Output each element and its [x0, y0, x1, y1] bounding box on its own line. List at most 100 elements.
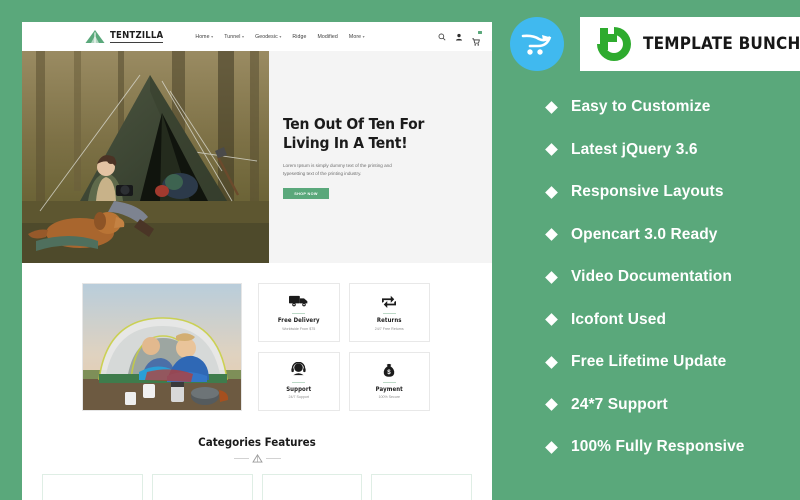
cart-count-badge — [478, 30, 482, 35]
site-logo[interactable]: TENTZILLA — [84, 29, 164, 44]
user-account-icon[interactable] — [455, 33, 463, 41]
feature-title: Support — [286, 385, 312, 393]
feature-grid: Free Delivery Worldwide From $75 Returns… — [258, 283, 430, 411]
hero-copy: Ten Out Of Ten For Living In A Tent! Lor… — [269, 51, 492, 263]
divider-line-left — [233, 458, 249, 459]
diamond-bullet-icon — [545, 440, 558, 454]
promo-item-label: Free Lifetime Update — [571, 353, 727, 371]
template-bunch-logo-icon — [597, 27, 631, 61]
divider — [292, 313, 306, 315]
feature-title: Returns — [376, 317, 402, 325]
nav-item-modified[interactable]: Modified — [317, 34, 337, 40]
categories-title: Categories Features — [198, 435, 316, 449]
services-image — [82, 283, 242, 411]
diamond-bullet-icon — [545, 398, 558, 412]
feature-returns[interactable]: Returns 24/7 Free Returns — [348, 283, 430, 342]
hero-section: Ten Out Of Ten For Living In A Tent! Lor… — [22, 51, 492, 263]
chevron-down-icon: ▾ — [211, 33, 214, 39]
feature-text: Worldwide From $75 — [282, 326, 316, 331]
category-card-1[interactable] — [42, 474, 143, 500]
main-navigation: Home ▾ Tunnel ▾ Geodesic ▾ Ridge Modifie… — [195, 34, 364, 40]
nav-label: Home — [195, 33, 210, 40]
feature-title: Free Delivery — [277, 317, 320, 325]
promo-item-responsive-layouts: Responsive Layouts — [545, 171, 800, 214]
promo-item-icofont-used: Icofont Used — [545, 299, 800, 342]
promo-item-label: Icofont Used — [571, 310, 667, 328]
promo-item-opencart-ready: Opencart 3.0 Ready — [545, 214, 800, 257]
section-divider — [22, 454, 492, 463]
template-bunch-logo-text: TEMPLATE BUNCH — [643, 34, 800, 54]
return-arrows-icon — [381, 291, 397, 310]
category-card-3[interactable] — [261, 474, 363, 500]
nav-item-more[interactable]: More ▾ — [349, 34, 365, 40]
promo-item-free-lifetime-update: Free Lifetime Update — [545, 341, 800, 384]
money-bag-icon: $ — [382, 360, 396, 379]
promo-banner: TENTZILLA Home ▾ Tunnel ▾ Geodesic ▾ Rid… — [0, 0, 800, 500]
diamond-bullet-icon — [545, 313, 558, 327]
categories-section: Categories Features — [22, 435, 492, 500]
site-brand-name: TENTZILLA — [110, 30, 164, 43]
chevron-down-icon: ▾ — [362, 33, 365, 39]
delivery-truck-icon — [288, 291, 309, 310]
diamond-bullet-icon — [545, 143, 558, 157]
search-icon[interactable] — [438, 33, 446, 41]
nav-label: Tunnel — [224, 33, 241, 40]
nav-item-geodesic[interactable]: Geodesic ▾ — [255, 34, 281, 40]
hero-title-line2: Living In A Tent! — [283, 134, 408, 152]
nav-item-home[interactable]: Home ▾ — [195, 34, 213, 40]
promo-panel: TEMPLATE BUNCH Easy to Customize Latest … — [505, 0, 800, 500]
category-card-4[interactable] — [371, 474, 472, 500]
category-card-2[interactable] — [151, 474, 253, 500]
promo-item-label: Responsive Layouts — [571, 183, 724, 201]
promo-item-support: 24*7 Support — [545, 384, 800, 427]
template-bunch-logo-plate: TEMPLATE BUNCH — [580, 17, 800, 71]
site-header: TENTZILLA Home ▾ Tunnel ▾ Geodesic ▾ Rid… — [22, 22, 492, 51]
divider — [382, 313, 396, 315]
promo-item-label: Video Documentation — [571, 268, 732, 286]
categories-row — [22, 474, 492, 500]
feature-text: 100% Secure — [378, 395, 401, 400]
promo-item-label: 24*7 Support — [571, 395, 668, 413]
hero-title-line1: Ten Out Of Ten For — [283, 115, 425, 133]
promo-item-video-documentation: Video Documentation — [545, 256, 800, 299]
divider — [382, 381, 396, 383]
diamond-bullet-icon — [545, 355, 558, 369]
promo-item-label: Opencart 3.0 Ready — [571, 225, 718, 243]
feature-text: 24/7 Support — [288, 395, 310, 400]
nav-item-ridge[interactable]: Ridge — [292, 34, 306, 40]
shop-now-button[interactable]: SHOP NOW — [283, 188, 329, 199]
promo-item-easy-to-customize: Easy to Customize — [545, 86, 800, 129]
chevron-down-icon: ▾ — [241, 33, 245, 39]
promo-item-label: 100% Fully Responsive — [571, 438, 745, 456]
hero-subtitle: Lorem Ipsum is simply dummy text of the … — [283, 163, 392, 176]
diamond-bullet-icon — [545, 228, 558, 242]
nav-item-tunnel[interactable]: Tunnel ▾ — [224, 34, 244, 40]
nav-label: More — [348, 33, 362, 40]
chevron-down-icon: ▾ — [279, 33, 282, 39]
header-icon-group — [438, 30, 482, 46]
feature-free-delivery[interactable]: Free Delivery Worldwide From $75 — [258, 283, 340, 342]
divider-line-right — [265, 458, 281, 459]
hero-title: Ten Out Of Ten For Living In A Tent! — [283, 115, 478, 153]
feature-text: 24/7 Free Returns — [374, 326, 404, 331]
opencart-cart-icon — [510, 17, 564, 71]
nav-label: Geodesic — [255, 33, 278, 40]
promo-item-fully-responsive: 100% Fully Responsive — [545, 426, 800, 469]
feature-title: Payment — [375, 385, 403, 393]
diamond-bullet-icon — [545, 100, 558, 114]
hero-image — [22, 51, 269, 263]
feature-payment[interactable]: $ Payment 100% Secure — [348, 351, 430, 411]
support-headset-icon — [291, 360, 306, 379]
services-section: Free Delivery Worldwide From $75 Returns… — [22, 263, 492, 411]
promo-item-label: Easy to Customize — [571, 98, 711, 116]
diamond-bullet-icon — [545, 270, 558, 284]
tent-icon — [85, 30, 105, 43]
promo-item-latest-jquery: Latest jQuery 3.6 — [545, 129, 800, 172]
feature-support[interactable]: Support 24/7 Support — [258, 351, 340, 411]
tent-divider-icon — [251, 454, 263, 463]
svg-text:$: $ — [388, 368, 392, 375]
shopping-cart-icon[interactable] — [472, 30, 482, 46]
promo-header: TEMPLATE BUNCH — [505, 0, 800, 71]
divider — [292, 381, 306, 383]
diamond-bullet-icon — [545, 185, 558, 199]
